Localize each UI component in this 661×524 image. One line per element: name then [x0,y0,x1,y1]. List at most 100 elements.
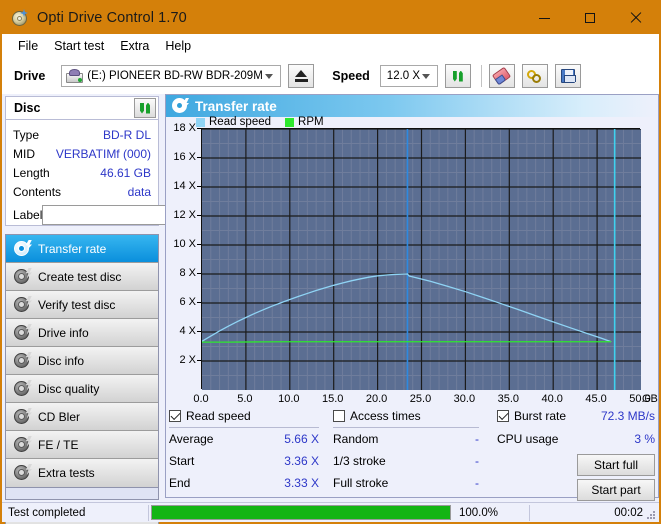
sidebar-item-extra-tests[interactable]: Extra tests [6,459,158,487]
disc-label-caption: Label [13,207,43,222]
window-controls [521,2,659,34]
window-title: Opti Drive Control 1.70 [37,10,187,26]
full-stroke-label: Full stroke [333,476,389,490]
transfer-rate-chart[interactable] [201,128,641,390]
chevron-down-icon [265,73,274,79]
sidebar-filler [5,488,159,500]
burst-rate-checkbox[interactable] [497,410,509,422]
disc-type-value: BD-R DL [102,127,151,142]
start-part-button[interactable]: Start part [577,479,655,501]
sidebar-item-disc-info[interactable]: Disc info [6,347,158,375]
app-icon [11,9,29,27]
maximize-button[interactable] [567,2,613,34]
refresh-speed-button[interactable] [444,64,471,88]
progress-percent: 100.0% [459,506,499,519]
speed-label: Speed [332,69,370,83]
sidebar-item-disc-quality[interactable]: Disc quality [6,375,158,403]
y-axis-tick-label: 8 X [179,267,196,279]
y-axis-tick-mark [197,244,201,245]
menu-item-file[interactable]: File [10,36,46,56]
sidebar-item-fe-te[interactable]: FE / TE [6,431,158,459]
speed-select[interactable]: 12.0 X [379,65,438,87]
y-axis-tick-label: 16 X [173,151,196,163]
eject-button[interactable] [288,64,315,88]
minimize-button[interactable] [521,2,567,34]
access-times-checkbox-row[interactable]: Access times [333,409,479,423]
x-axis-tick-label: 35.0 [497,393,520,405]
disc-contents-value: data [127,184,151,199]
x-axis-tick-label: 15.0 [321,393,344,405]
statusbar-separator [148,504,149,521]
statusbar-separator-2 [529,504,530,521]
status-message: Test completed [8,506,86,519]
drive-label: Drive [14,69,46,83]
stat-row-cpu-usage: CPU usage 3 % [497,428,655,450]
x-axis-tick-label: 0.0 [193,393,209,405]
read-speed-checkbox[interactable] [169,410,181,422]
y-axis-tick-mark [197,215,201,216]
disc-mid-label: MID [13,146,35,161]
y-axis-tick-label: 18 X [173,122,196,134]
menu-bar: File Start test Extra Help [2,34,659,58]
erase-button[interactable] [488,64,515,88]
disc-length-value: 46.61 GB [100,165,151,180]
legend-swatch-rpm [285,117,295,127]
cpu-usage-label: CPU usage [497,432,559,446]
stat-row-random: Random - [333,428,479,450]
full-stroke-value: - [475,476,479,490]
panel-title-label: Transfer rate [195,98,277,114]
sidebar-item-label: Transfer rate [38,241,107,256]
access-times-checkbox-label: Access times [350,409,421,423]
sidebar-item-drive-info[interactable]: Drive info [6,319,158,347]
resize-grip[interactable] [646,510,656,520]
y-axis-tick-mark [197,360,201,361]
read-speed-checkbox-label: Read speed [186,409,251,423]
burst-rate-checkbox-row[interactable]: Burst rate 72.3 MB/s [497,409,655,423]
link-button[interactable] [521,64,548,88]
y-axis-tick-label: 10 X [173,238,196,250]
disc-flash-icon [13,464,32,482]
disc-flash-icon [13,295,32,314]
sidebar-item-cd-bler[interactable]: CD Bler [6,403,158,431]
disc-header: Disc [5,96,159,120]
sidebar-item-transfer-rate[interactable]: Transfer rate [6,235,158,263]
burst-rate-column: Burst rate 72.3 MB/s CPU usage 3 % Start… [497,409,655,501]
read-speed-checkbox-row[interactable]: Read speed [169,409,319,423]
start-full-button[interactable]: Start full [577,454,655,476]
save-button[interactable] [554,64,581,88]
chevron-down-icon [421,73,430,79]
drive-select-value: (E:) PIONEER BD-RW BDR-209M 1.52 [87,70,265,82]
random-label: Random [333,432,379,446]
y-axis-tick-mark [197,128,201,129]
y-axis-tick-label: 14 X [173,180,196,192]
sidebar-item-create-test-disc[interactable]: Create test disc [6,263,158,291]
stat-row-end: End 3.33 X [169,472,319,494]
stat-row-third-stroke: 1/3 stroke - [333,450,479,472]
panel-title-bar: Transfer rate [166,95,658,117]
disc-refresh-button[interactable] [134,98,156,118]
y-axis-tick-mark [197,157,201,158]
menu-item-start-test[interactable]: Start test [46,36,112,56]
third-stroke-label: 1/3 stroke [333,454,386,468]
y-axis-tick-label: 4 X [179,325,196,337]
access-times-checkbox[interactable] [333,410,345,422]
sidebar-item-label: Extra tests [38,466,95,480]
disc-info-row: Contents data [13,182,151,201]
close-button[interactable] [613,2,659,34]
chart-x-axis: 0.0 5.0 10.0 15.0 20.0 25.0 30.0 35.0 40.0 45.0 50… [172,390,661,410]
menu-item-extra[interactable]: Extra [112,36,157,56]
burst-rate-checkbox-label: Burst rate [514,409,567,423]
drive-select[interactable]: (E:) PIONEER BD-RW BDR-209M 1.52 [61,65,282,87]
sidebar-item-verify-test-disc[interactable]: Verify test disc [6,291,158,319]
disc-header-label: Disc [14,101,41,115]
chart-y-axis: 2 X 4 X 6 X 8 X 10 X 12 X 14 X 16 X 18 X [165,122,201,397]
maximize-icon [585,13,595,23]
disc-type-label: Type [13,127,40,142]
disc-contents-label: Contents [13,184,62,199]
minimize-icon [538,17,550,19]
menu-item-help[interactable]: Help [157,36,199,56]
y-axis-tick-label: 12 X [173,209,196,221]
cpu-usage-value: 3 % [634,432,655,446]
sidebar-item-label: Disc info [38,353,85,368]
legend-label-read-speed: Read speed [209,116,272,128]
